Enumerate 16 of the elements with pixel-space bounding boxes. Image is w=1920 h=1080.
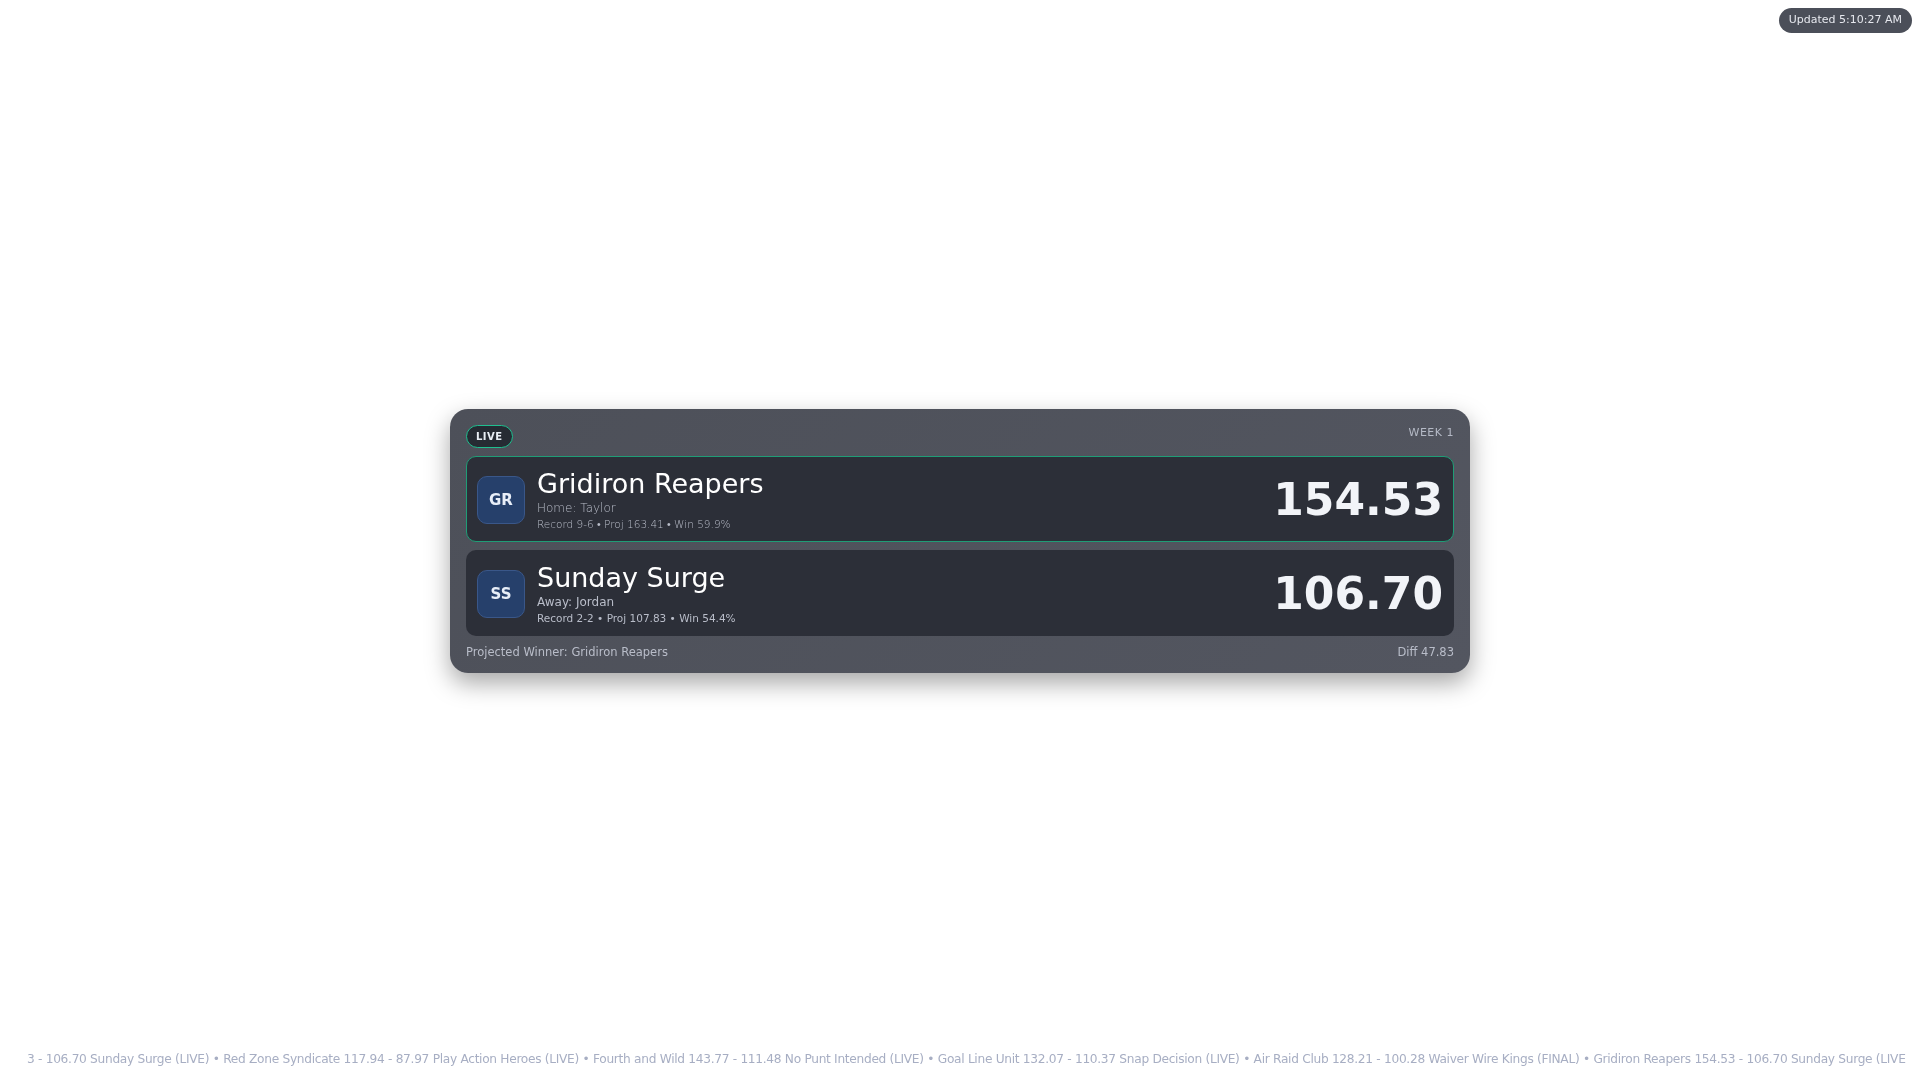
live-badge: LIVE [466,424,513,448]
diff-text: Diff 47.83 [1397,643,1454,661]
projected-winner-text: Projected Winner: Gridiron Reapers [466,643,668,661]
score-ticker: 3 - 106.70 Sunday Surge (LIVE) • Red Zone Syndicate 117.94 - 87.97 Play Action Heroes (LIVE) • Fourth and Wild 143.77 - 111.48 No Punt Intended (LIVE) • Goal Line Unit 132.07 - 110.37 Snap Decision (LIVE) • Air Raid Club 128.21 - 100.28 Waiver Wire Kings (FINAL) • Gridiron Reapers 154.53 - 106.70 Sunday Surge (LIVE [27,1051,1906,1066]
owner-text: Away: Jordan [537,593,616,611]
week-label: WEEK 1 [1408,424,1454,441]
team-stats: Record 9-6 • Proj 163.41 • Win 59.9% [537,516,732,532]
team-stats: Record 2-2 • Proj 107.83 • Win 54.4% [537,610,737,626]
team-name: Sunday Surge [537,561,727,593]
team-score: 154.53 [1273,472,1443,527]
updated-badge: Updated 5:10:27 AM [1778,8,1912,33]
owner-text: Home: Taylor [537,499,617,517]
team-score: 106.70 [1273,566,1443,621]
team-avatar: GR [477,475,525,524]
team-avatar: SS [477,569,525,618]
team-name: Gridiron Reapers [537,467,765,499]
